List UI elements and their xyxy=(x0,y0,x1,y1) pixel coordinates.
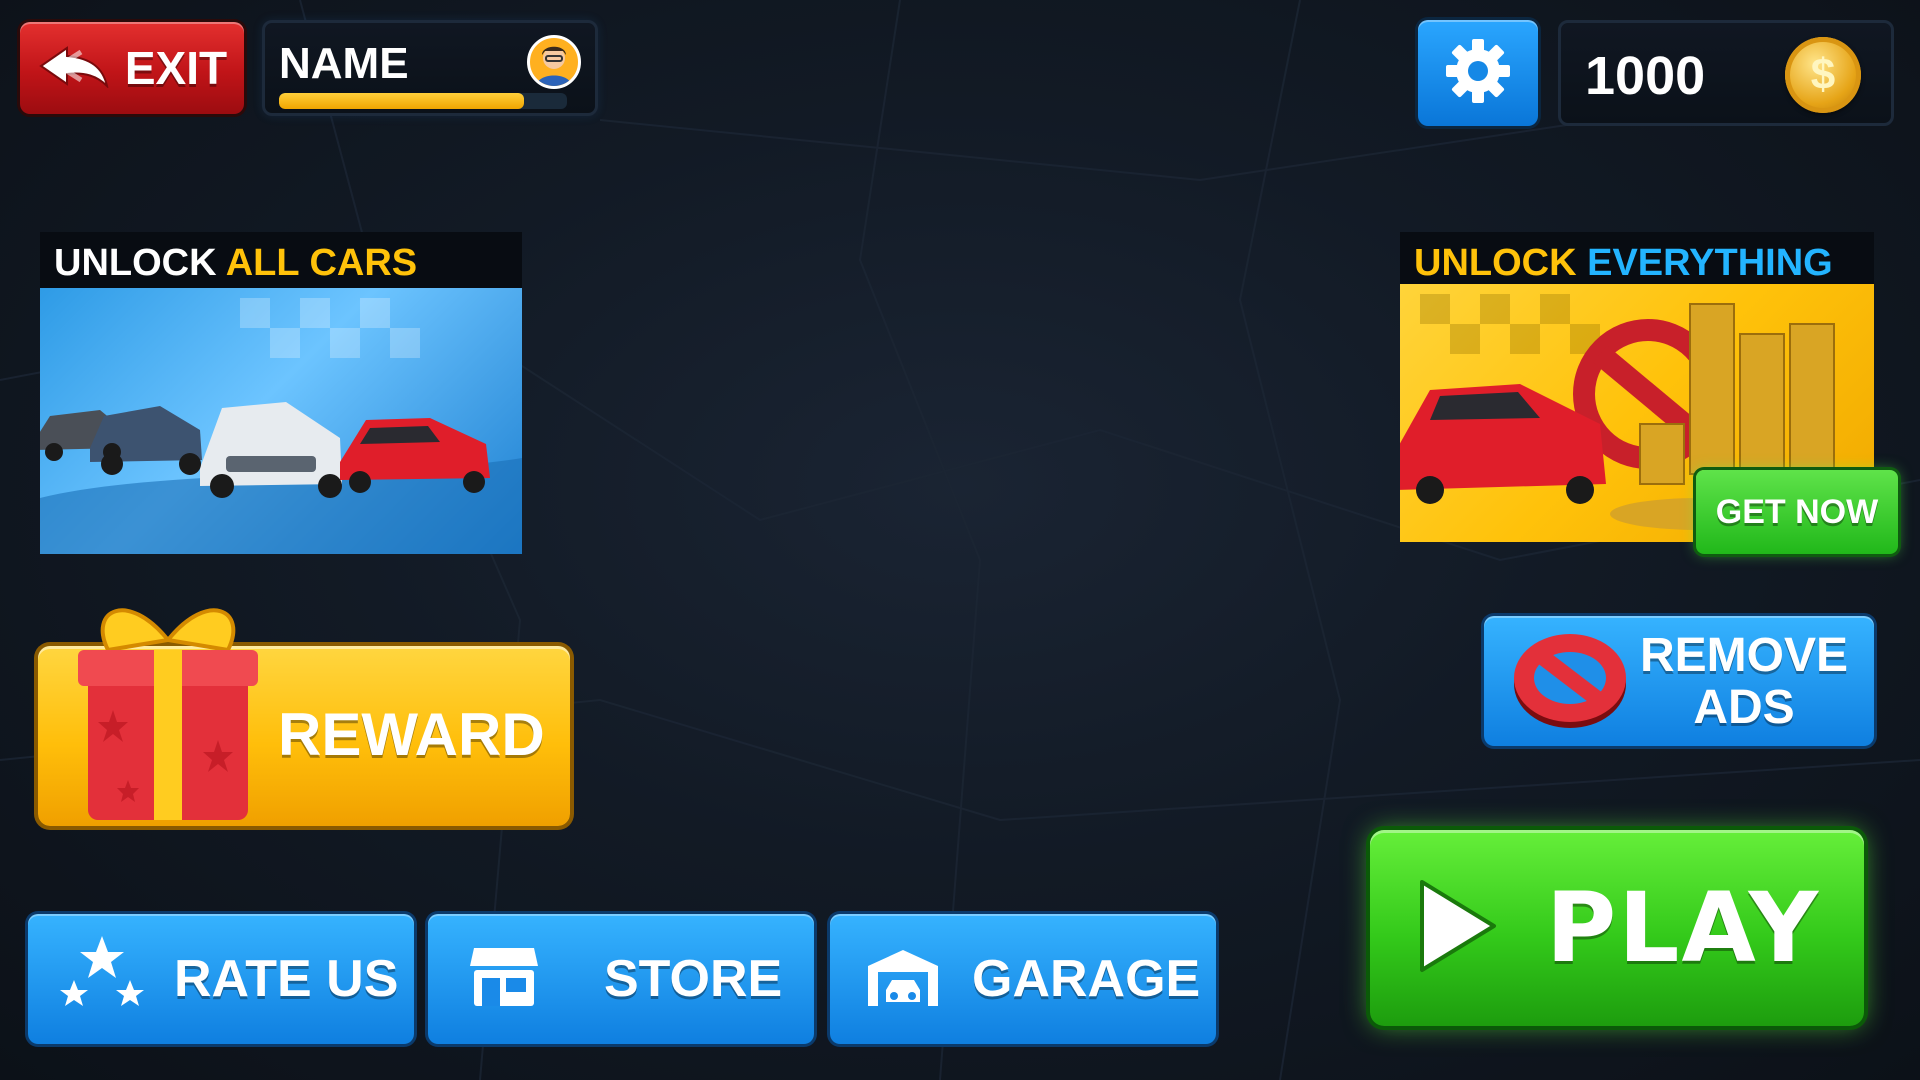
store-button[interactable]: STORE xyxy=(428,914,814,1044)
stars-icon xyxy=(52,932,152,1027)
play-button[interactable]: PLAY xyxy=(1370,830,1864,1026)
reward-button[interactable]: REWARD xyxy=(38,608,570,826)
exit-button[interactable]: EXIT xyxy=(20,22,244,114)
exit-label: EXIT xyxy=(124,42,228,94)
shop-icon xyxy=(468,944,540,1015)
player-name-panel[interactable]: NAME xyxy=(262,20,598,116)
title-word-everything: EVERYTHING xyxy=(1587,242,1833,284)
avatar-icon[interactable] xyxy=(527,35,581,89)
get-now-label: GET NOW xyxy=(1715,492,1879,531)
title-word-all-cars: ALL CARS xyxy=(225,242,418,284)
back-arrow-icon xyxy=(37,44,111,93)
title-word-unlock: UNLOCK xyxy=(54,242,217,284)
remove-ads-button[interactable]: REMOVE ADS xyxy=(1484,616,1874,746)
get-now-button[interactable]: GET NOW xyxy=(1696,470,1898,554)
store-label: STORE xyxy=(604,950,783,1008)
xp-bar xyxy=(279,93,567,109)
prohibited-icon xyxy=(1506,628,1634,737)
gear-icon xyxy=(1444,37,1512,110)
coin-icon: $ xyxy=(1785,37,1861,113)
play-label: PLAY xyxy=(1545,872,1821,984)
coins-panel: 1000 $ xyxy=(1558,20,1894,126)
player-name: NAME xyxy=(279,39,409,88)
unlock-everything-title: UNLOCK EVERYTHING xyxy=(1400,232,1874,284)
title-word-unlock: UNLOCK xyxy=(1414,242,1577,284)
remove-ads-label: REMOVE ADS xyxy=(1640,630,1848,734)
reward-label: REWARD xyxy=(278,701,545,768)
play-triangle-icon xyxy=(1414,876,1500,981)
garage-icon xyxy=(864,946,942,1013)
gift-icon xyxy=(68,590,268,835)
remove-ads-line1: REMOVE xyxy=(1640,629,1849,682)
garage-button[interactable]: GARAGE xyxy=(830,914,1216,1044)
unlock-all-cars-card[interactable]: UNLOCK ALL CARS xyxy=(40,232,522,554)
settings-button[interactable] xyxy=(1418,20,1538,126)
cars-image xyxy=(40,288,522,554)
rate-us-button[interactable]: RATE US xyxy=(28,914,414,1044)
rate-us-label: RATE US xyxy=(174,950,399,1008)
unlock-all-cars-title: UNLOCK ALL CARS xyxy=(40,232,522,288)
garage-label: GARAGE xyxy=(972,950,1201,1008)
xp-bar-fill xyxy=(279,93,524,109)
remove-ads-line2: ADS xyxy=(1693,681,1795,734)
coins-value: 1000 xyxy=(1585,46,1706,106)
